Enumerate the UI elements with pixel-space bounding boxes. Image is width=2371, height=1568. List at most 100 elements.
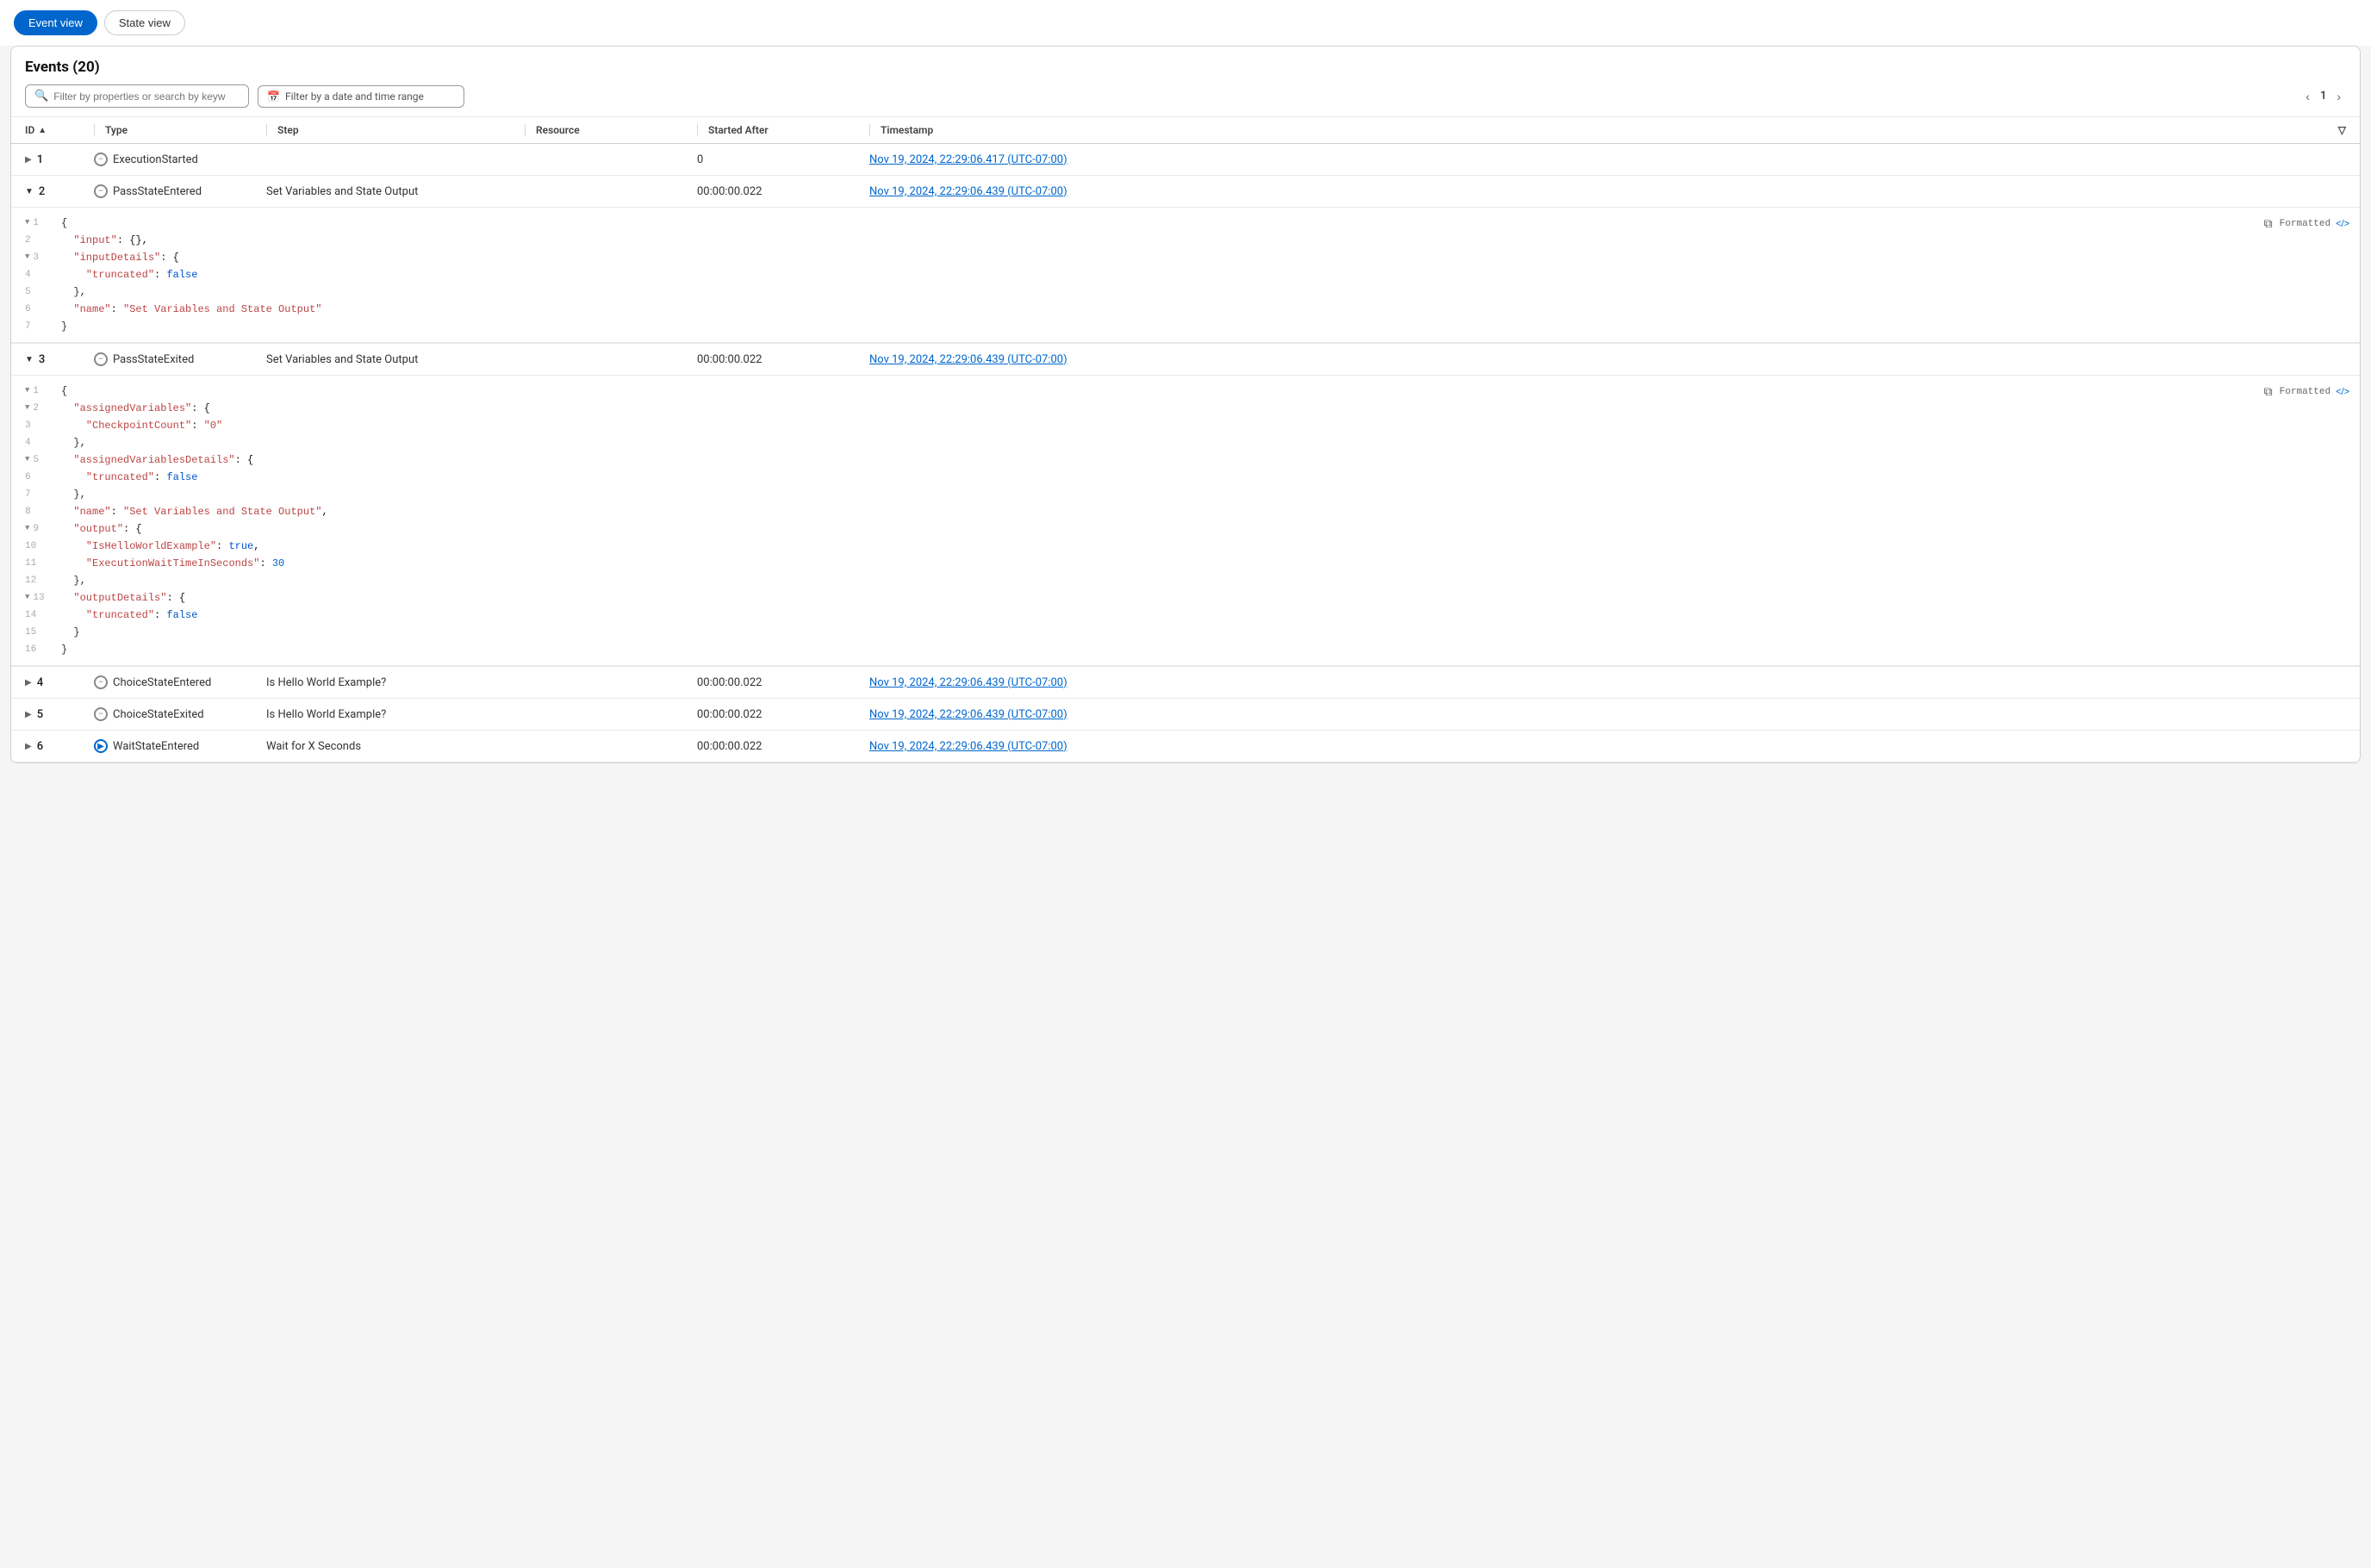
col-header-type: Type [94, 124, 266, 136]
event-row-6-main[interactable]: ▶ 6 ▶ WaitStateEntered Wait for X Second… [11, 731, 2360, 762]
code-block-2: ⧉ Formatted </> ▼ 1 { 2 "input": {}, ▼ 3… [11, 207, 2360, 343]
code-line-3-9: ▼ 9 "output": { [11, 520, 2360, 538]
row-5-timestamp[interactable]: Nov 19, 2024, 22:29:06.439 (UTC-07:00) [869, 708, 2346, 721]
type-icon-4: – [94, 675, 108, 689]
format-label-3: Formatted [2280, 387, 2331, 397]
row-4-timestamp[interactable]: Nov 19, 2024, 22:29:06.439 (UTC-07:00) [869, 676, 2346, 689]
filter-bar: 🔍 📅 Filter by a date and time range ‹ 1 … [25, 84, 2346, 108]
code-line-3-12: 12 }, [11, 572, 2360, 589]
code-line-3-1: ▼ 1 { [11, 383, 2360, 400]
event-row-6: ▶ 6 ▶ WaitStateEntered Wait for X Second… [11, 731, 2360, 762]
row-4-type: – ChoiceStateEntered [94, 675, 266, 689]
code-line-3-2: ▼ 2 "assignedVariables": { [11, 400, 2360, 417]
code-toolbar-2: ⧉ Formatted </> [2262, 215, 2349, 233]
col-header-id: ID ▲ [25, 124, 94, 136]
code-line-3-14: 14 "truncated": false [11, 607, 2360, 624]
code-line-3-15: 15 } [11, 624, 2360, 641]
date-filter[interactable]: 📅 Filter by a date and time range [258, 85, 464, 108]
format-toggle-3[interactable]: </> [2336, 387, 2349, 397]
event-row-1-main[interactable]: ▶ 1 – ExecutionStarted 0 Nov 19, 2024, 2… [11, 144, 2360, 175]
code-line-2-6: 6 "name": "Set Variables and State Outpu… [11, 301, 2360, 318]
event-row-5: ▶ 5 – ChoiceStateExited Is Hello World E… [11, 699, 2360, 731]
event-row-3: ▼ 3 – PassStateExited Set Variables and … [11, 344, 2360, 667]
col-header-step: Step [266, 124, 525, 136]
expand-arrow-6[interactable]: ▶ [25, 742, 32, 751]
event-row-3-main[interactable]: ▼ 3 – PassStateExited Set Variables and … [11, 344, 2360, 375]
pagination: ‹ 1 › [2300, 88, 2346, 105]
row-2-type: – PassStateEntered [94, 184, 266, 198]
expand-arrow-4[interactable]: ▶ [25, 678, 32, 688]
next-page-button[interactable]: › [2331, 88, 2346, 105]
code-toolbar-3: ⧉ Formatted </> [2262, 383, 2349, 401]
row-6-step: Wait for X Seconds [266, 740, 525, 753]
row-4-id: ▶ 4 [25, 676, 94, 689]
format-toggle-2[interactable]: </> [2336, 219, 2349, 229]
event-row-2-main[interactable]: ▼ 2 – PassStateEntered Set Variables and… [11, 176, 2360, 207]
copy-button-3[interactable]: ⧉ [2262, 383, 2275, 401]
event-row-4-main[interactable]: ▶ 4 – ChoiceStateEntered Is Hello World … [11, 667, 2360, 698]
code-line-2-4: 4 "truncated": false [11, 266, 2360, 283]
keyword-input[interactable] [53, 90, 226, 103]
row-6-started: 00:00:00.022 [697, 740, 869, 753]
row-3-step: Set Variables and State Output [266, 353, 525, 366]
row-5-id: ▶ 5 [25, 708, 94, 721]
filter-down-icon[interactable]: ▽ [2338, 124, 2346, 136]
event-row-4: ▶ 4 – ChoiceStateEntered Is Hello World … [11, 667, 2360, 699]
row-6-type: ▶ WaitStateEntered [94, 739, 266, 753]
row-5-started: 00:00:00.022 [697, 708, 869, 721]
expand-arrow-2[interactable]: ▼ [25, 187, 34, 196]
row-1-timestamp[interactable]: Nov 19, 2024, 22:29:06.417 (UTC-07:00) [869, 153, 2346, 166]
expand-arrow-5[interactable]: ▶ [25, 710, 32, 719]
expand-arrow-3[interactable]: ▼ [25, 355, 34, 364]
code-line-3-16: 16 } [11, 641, 2360, 658]
code-line-3-10: 10 "IsHelloWorldExample": true, [11, 538, 2360, 555]
prev-page-button[interactable]: ‹ [2300, 88, 2315, 105]
code-line-2-7: 7 } [11, 318, 2360, 335]
code-line-3-13: ▼ 13 "outputDetails": { [11, 589, 2360, 607]
row-1-id: ▶ 1 [25, 153, 94, 166]
code-line-3-8: 8 "name": "Set Variables and State Outpu… [11, 503, 2360, 520]
row-5-type: – ChoiceStateExited [94, 707, 266, 721]
code-line-3-4: 4 }, [11, 434, 2360, 451]
row-1-type: – ExecutionStarted [94, 152, 266, 166]
row-6-id: ▶ 6 [25, 740, 94, 753]
code-line-3-6: 6 "truncated": false [11, 469, 2360, 486]
code-line-3-7: 7 }, [11, 486, 2360, 503]
panel-title: Events (20) [25, 59, 2346, 76]
type-icon-1: – [94, 152, 108, 166]
expand-arrow-1[interactable]: ▶ [25, 155, 32, 165]
row-2-timestamp[interactable]: Nov 19, 2024, 22:29:06.439 (UTC-07:00) [869, 185, 2346, 198]
row-5-step: Is Hello World Example? [266, 708, 525, 721]
code-line-3-3: 3 "CheckpointCount": "0" [11, 417, 2360, 434]
code-line-2-5: 5 }, [11, 283, 2360, 301]
tab-event-view[interactable]: Event view [14, 10, 97, 35]
events-table: ID ▲ Type Step Resource Started After Ti… [11, 117, 2360, 762]
code-line-2-1: ▼ 1 { [11, 215, 2360, 232]
row-1-started: 0 [697, 153, 869, 166]
code-line-2-3: ▼ 3 "inputDetails": { [11, 249, 2360, 266]
row-2-started: 00:00:00.022 [697, 185, 869, 198]
tab-bar: Event view State view [0, 0, 2371, 46]
col-header-timestamp: Timestamp ▽ [869, 124, 2346, 136]
code-block-3: ⧉ Formatted </> ▼ 1 { ▼ 2 "assignedVaria… [11, 375, 2360, 666]
copy-button-2[interactable]: ⧉ [2262, 215, 2275, 233]
keyword-filter[interactable]: 🔍 [25, 84, 249, 108]
type-icon-3: – [94, 352, 108, 366]
event-row-2: ▼ 2 – PassStateEntered Set Variables and… [11, 176, 2360, 344]
page-number: 1 [2320, 90, 2326, 103]
col-header-resource: Resource [525, 124, 697, 136]
row-4-started: 00:00:00.022 [697, 676, 869, 689]
code-line-3-5: ▼ 5 "assignedVariablesDetails": { [11, 451, 2360, 469]
row-6-timestamp[interactable]: Nov 19, 2024, 22:29:06.439 (UTC-07:00) [869, 740, 2346, 753]
main-panel: Events (20) 🔍 📅 Filter by a date and tim… [10, 46, 2361, 763]
code-line-3-11: 11 "ExecutionWaitTimeInSeconds": 30 [11, 555, 2360, 572]
tab-state-view[interactable]: State view [104, 10, 185, 35]
table-header: ID ▲ Type Step Resource Started After Ti… [11, 117, 2360, 144]
type-icon-6: ▶ [94, 739, 108, 753]
row-3-timestamp[interactable]: Nov 19, 2024, 22:29:06.439 (UTC-07:00) [869, 353, 2346, 366]
event-row-5-main[interactable]: ▶ 5 – ChoiceStateExited Is Hello World E… [11, 699, 2360, 730]
code-line-2-2: 2 "input": {}, [11, 232, 2360, 249]
panel-header: Events (20) 🔍 📅 Filter by a date and tim… [11, 47, 2360, 117]
sort-asc-icon[interactable]: ▲ [38, 126, 47, 135]
row-3-id: ▼ 3 [25, 353, 94, 366]
